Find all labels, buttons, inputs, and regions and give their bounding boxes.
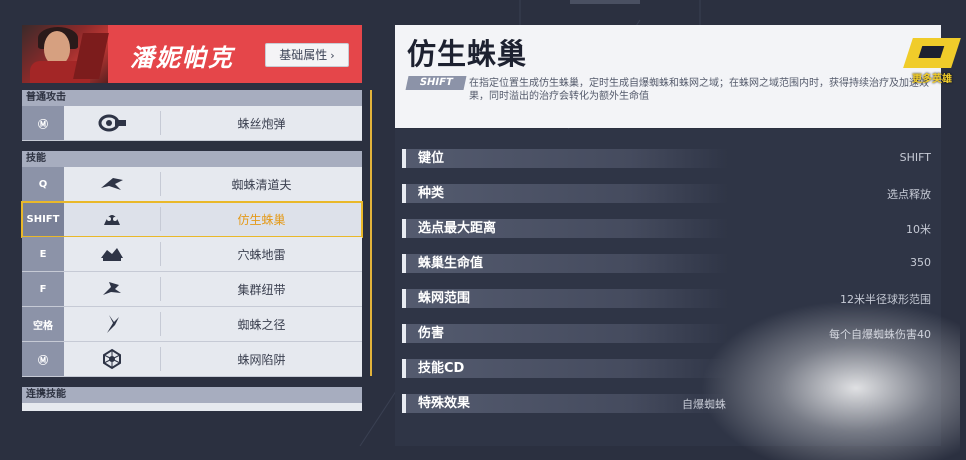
skill-list-panel: 潘妮帕克 基础属性 › 普通攻击 Ⓜ 蛛丝炮弹 技能 Q 蜘蛛清道夫 SHIFT … <box>21 25 363 411</box>
stat-value: 每个自爆蜘蛛伤害40 <box>829 328 931 341</box>
key-label: Ⓜ <box>22 106 64 140</box>
skill-row-spider-nest[interactable]: SHIFT 仿生蛛巢 <box>21 201 363 238</box>
hero-portrait <box>22 25 109 83</box>
stat-row: 蛛巢生命值 350 <box>395 248 941 283</box>
skill-header-card: 仿生蛛巢 SHIFT 在指定位置生成仿生蛛巢，定时生成自爆蜘蛛和蛛网之域；在蛛网… <box>395 25 941 128</box>
stat-row: 技能CD <box>395 353 941 388</box>
more-heroes-label: 更多英雄 <box>912 74 952 85</box>
skill-row-web-trap[interactable]: Ⓜ 蛛网陷阱 <box>22 342 362 377</box>
stat-label: 选点最大距离 <box>402 219 728 238</box>
more-heroes-badge[interactable]: 更多英雄 <box>903 38 961 94</box>
section-header-combo-skills: 连携技能 <box>22 387 362 403</box>
stat-label: 技能CD <box>402 359 728 378</box>
stat-value: 自爆蜘蛛 <box>682 398 726 411</box>
key-tag: SHIFT <box>405 76 467 90</box>
swarm-tether-icon <box>64 279 160 299</box>
key-label: 空格 <box>22 307 64 341</box>
skill-name: 仿生蛛巢 <box>237 212 286 227</box>
basic-attributes-label: 基础属性 <box>279 48 328 62</box>
key-label: Q <box>22 167 64 201</box>
hero-name: 潘妮帕克 <box>130 44 234 72</box>
stat-label: 键位 <box>402 149 728 168</box>
skill-row-burrow-mine[interactable]: E 穴蛛地雷 <box>22 237 362 272</box>
skill-title: 仿生蛛巢 <box>407 37 528 71</box>
skill-row-spider-path[interactable]: 空格 蜘蛛之径 <box>22 307 362 342</box>
stat-value: SHIFT <box>899 151 931 164</box>
skill-name: 蜘蛛清道夫 <box>231 177 292 192</box>
skill-name: 蛛丝炮弹 <box>237 116 286 131</box>
stat-label: 蛛网范围 <box>402 289 728 308</box>
chevron-right-icon: › <box>330 49 335 62</box>
web-cannon-icon <box>64 113 160 133</box>
skill-row-spider-sweeper[interactable]: Q 蜘蛛清道夫 <box>22 167 362 202</box>
stat-row: 伤害 每个自爆蜘蛛伤害40 <box>395 318 941 353</box>
skill-name: 蛛网陷阱 <box>237 352 286 367</box>
key-label: Ⓜ <box>22 342 64 376</box>
hero-banner: 潘妮帕克 基础属性 › <box>22 25 362 83</box>
skill-stats-table: 键位 SHIFT 种类 选点释放 选点最大距离 10米 蛛巢生命值 350 蛛网… <box>395 129 941 446</box>
skill-row-web-cannon[interactable]: Ⓜ 蛛丝炮弹 <box>22 106 362 141</box>
stat-value: 10米 <box>906 223 931 236</box>
section-header-skills: 技能 <box>22 151 362 167</box>
key-label: E <box>22 237 64 271</box>
stat-row: 键位 SHIFT <box>395 143 941 178</box>
stat-row: 种类 选点释放 <box>395 178 941 213</box>
stat-value: 350 <box>910 256 931 269</box>
burrow-mine-icon <box>64 244 160 264</box>
spider-nest-icon <box>64 209 160 229</box>
stat-label: 伤害 <box>402 324 728 343</box>
web-trap-icon <box>64 348 160 370</box>
stat-value: 12米半径球形范围 <box>840 293 931 306</box>
skill-description: 在指定位置生成仿生蛛巢，定时生成自爆蜘蛛和蛛网之域；在蛛网之域范围内时，获得持续… <box>469 78 929 102</box>
brand-logo-icon <box>903 38 961 68</box>
skill-name: 集群纽带 <box>237 282 286 297</box>
scrollbar[interactable] <box>370 90 372 376</box>
basic-attributes-button[interactable]: 基础属性 › <box>265 43 349 67</box>
stat-row: 蛛网范围 12米半径球形范围 <box>395 283 941 318</box>
stat-value: 选点释放 <box>887 188 931 201</box>
stat-label: 特殊效果 <box>402 394 728 413</box>
stat-row: 选点最大距离 10米 <box>395 213 941 248</box>
spider-sweeper-icon <box>64 174 160 194</box>
stat-row: 特殊效果 自爆蜘蛛 <box>395 388 941 423</box>
section-header-normal-attack: 普通攻击 <box>22 90 362 106</box>
skill-detail-panel: 仿生蛛巢 SHIFT 在指定位置生成仿生蛛巢，定时生成自爆蜘蛛和蛛网之域；在蛛网… <box>395 25 941 446</box>
stat-label: 蛛巢生命值 <box>402 254 728 273</box>
skill-name: 蜘蛛之径 <box>237 317 286 332</box>
combo-skills-list <box>22 403 362 411</box>
skill-name: 穴蛛地雷 <box>237 247 286 262</box>
skill-row-swarm-tether[interactable]: F 集群纽带 <box>22 272 362 307</box>
key-label: SHIFT <box>22 202 64 236</box>
stat-label: 种类 <box>402 184 728 203</box>
spider-path-icon <box>64 313 160 335</box>
key-label: F <box>22 272 64 306</box>
